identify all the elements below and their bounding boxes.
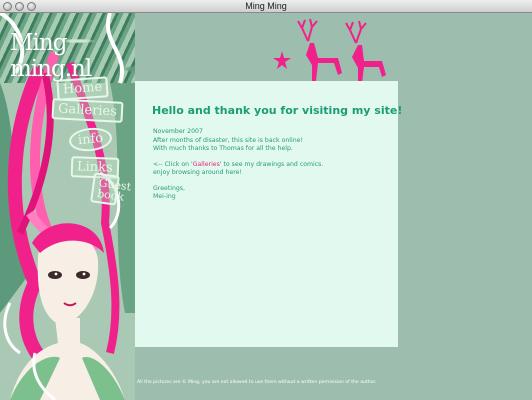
signature: Greetings, Mei-ing <box>153 185 389 202</box>
site-logo: Ming ming.nl <box>10 30 92 82</box>
copyright-footer: All the pictures are © Ming, you are not… <box>137 380 377 385</box>
news-text: November 2007 After months of disaster, … <box>153 128 389 209</box>
web-page: Ming ming.nl Home Galleries info Links G… <box>0 13 532 400</box>
click-suffix: ' to see my drawings and comics. <box>219 160 324 168</box>
enjoy-line: enjoy browsing around here! <box>153 169 242 176</box>
deer-icon <box>297 18 342 81</box>
news-entry: November 2007 After months of disaster, … <box>153 128 389 154</box>
window-titlebar: Ming Ming <box>0 0 532 13</box>
instructions: <-- Click on 'Galleries' to see my drawi… <box>153 161 389 178</box>
sign-name: Mei-ing <box>153 193 176 200</box>
deer-icon-2 <box>345 20 386 83</box>
artwork-column: Ming ming.nl Home Galleries info Links G… <box>0 13 135 400</box>
news-date: November 2007 <box>153 128 203 135</box>
click-prefix: <-- Click on ' <box>153 160 193 168</box>
nav-guestbook-link[interactable]: Guest book <box>90 172 132 206</box>
news-line-2: With much thanks to Thomas for all the h… <box>153 145 293 152</box>
sign-greeting: Greetings, <box>153 184 186 192</box>
deer-decoration <box>273 18 386 83</box>
content-panel: Hello and thank you for visiting my site… <box>135 81 402 347</box>
nav-home-link[interactable]: Home <box>56 76 109 101</box>
nav-galleries-link[interactable]: Galleries <box>51 98 124 123</box>
window-title: Ming Ming <box>245 1 287 11</box>
welcome-heading: Hello and thank you for visiting my site… <box>152 104 403 117</box>
news-line-1: After months of disaster, this site is b… <box>153 136 303 144</box>
star-icon <box>273 51 291 69</box>
galleries-inline-link[interactable]: Galleries <box>193 161 220 168</box>
